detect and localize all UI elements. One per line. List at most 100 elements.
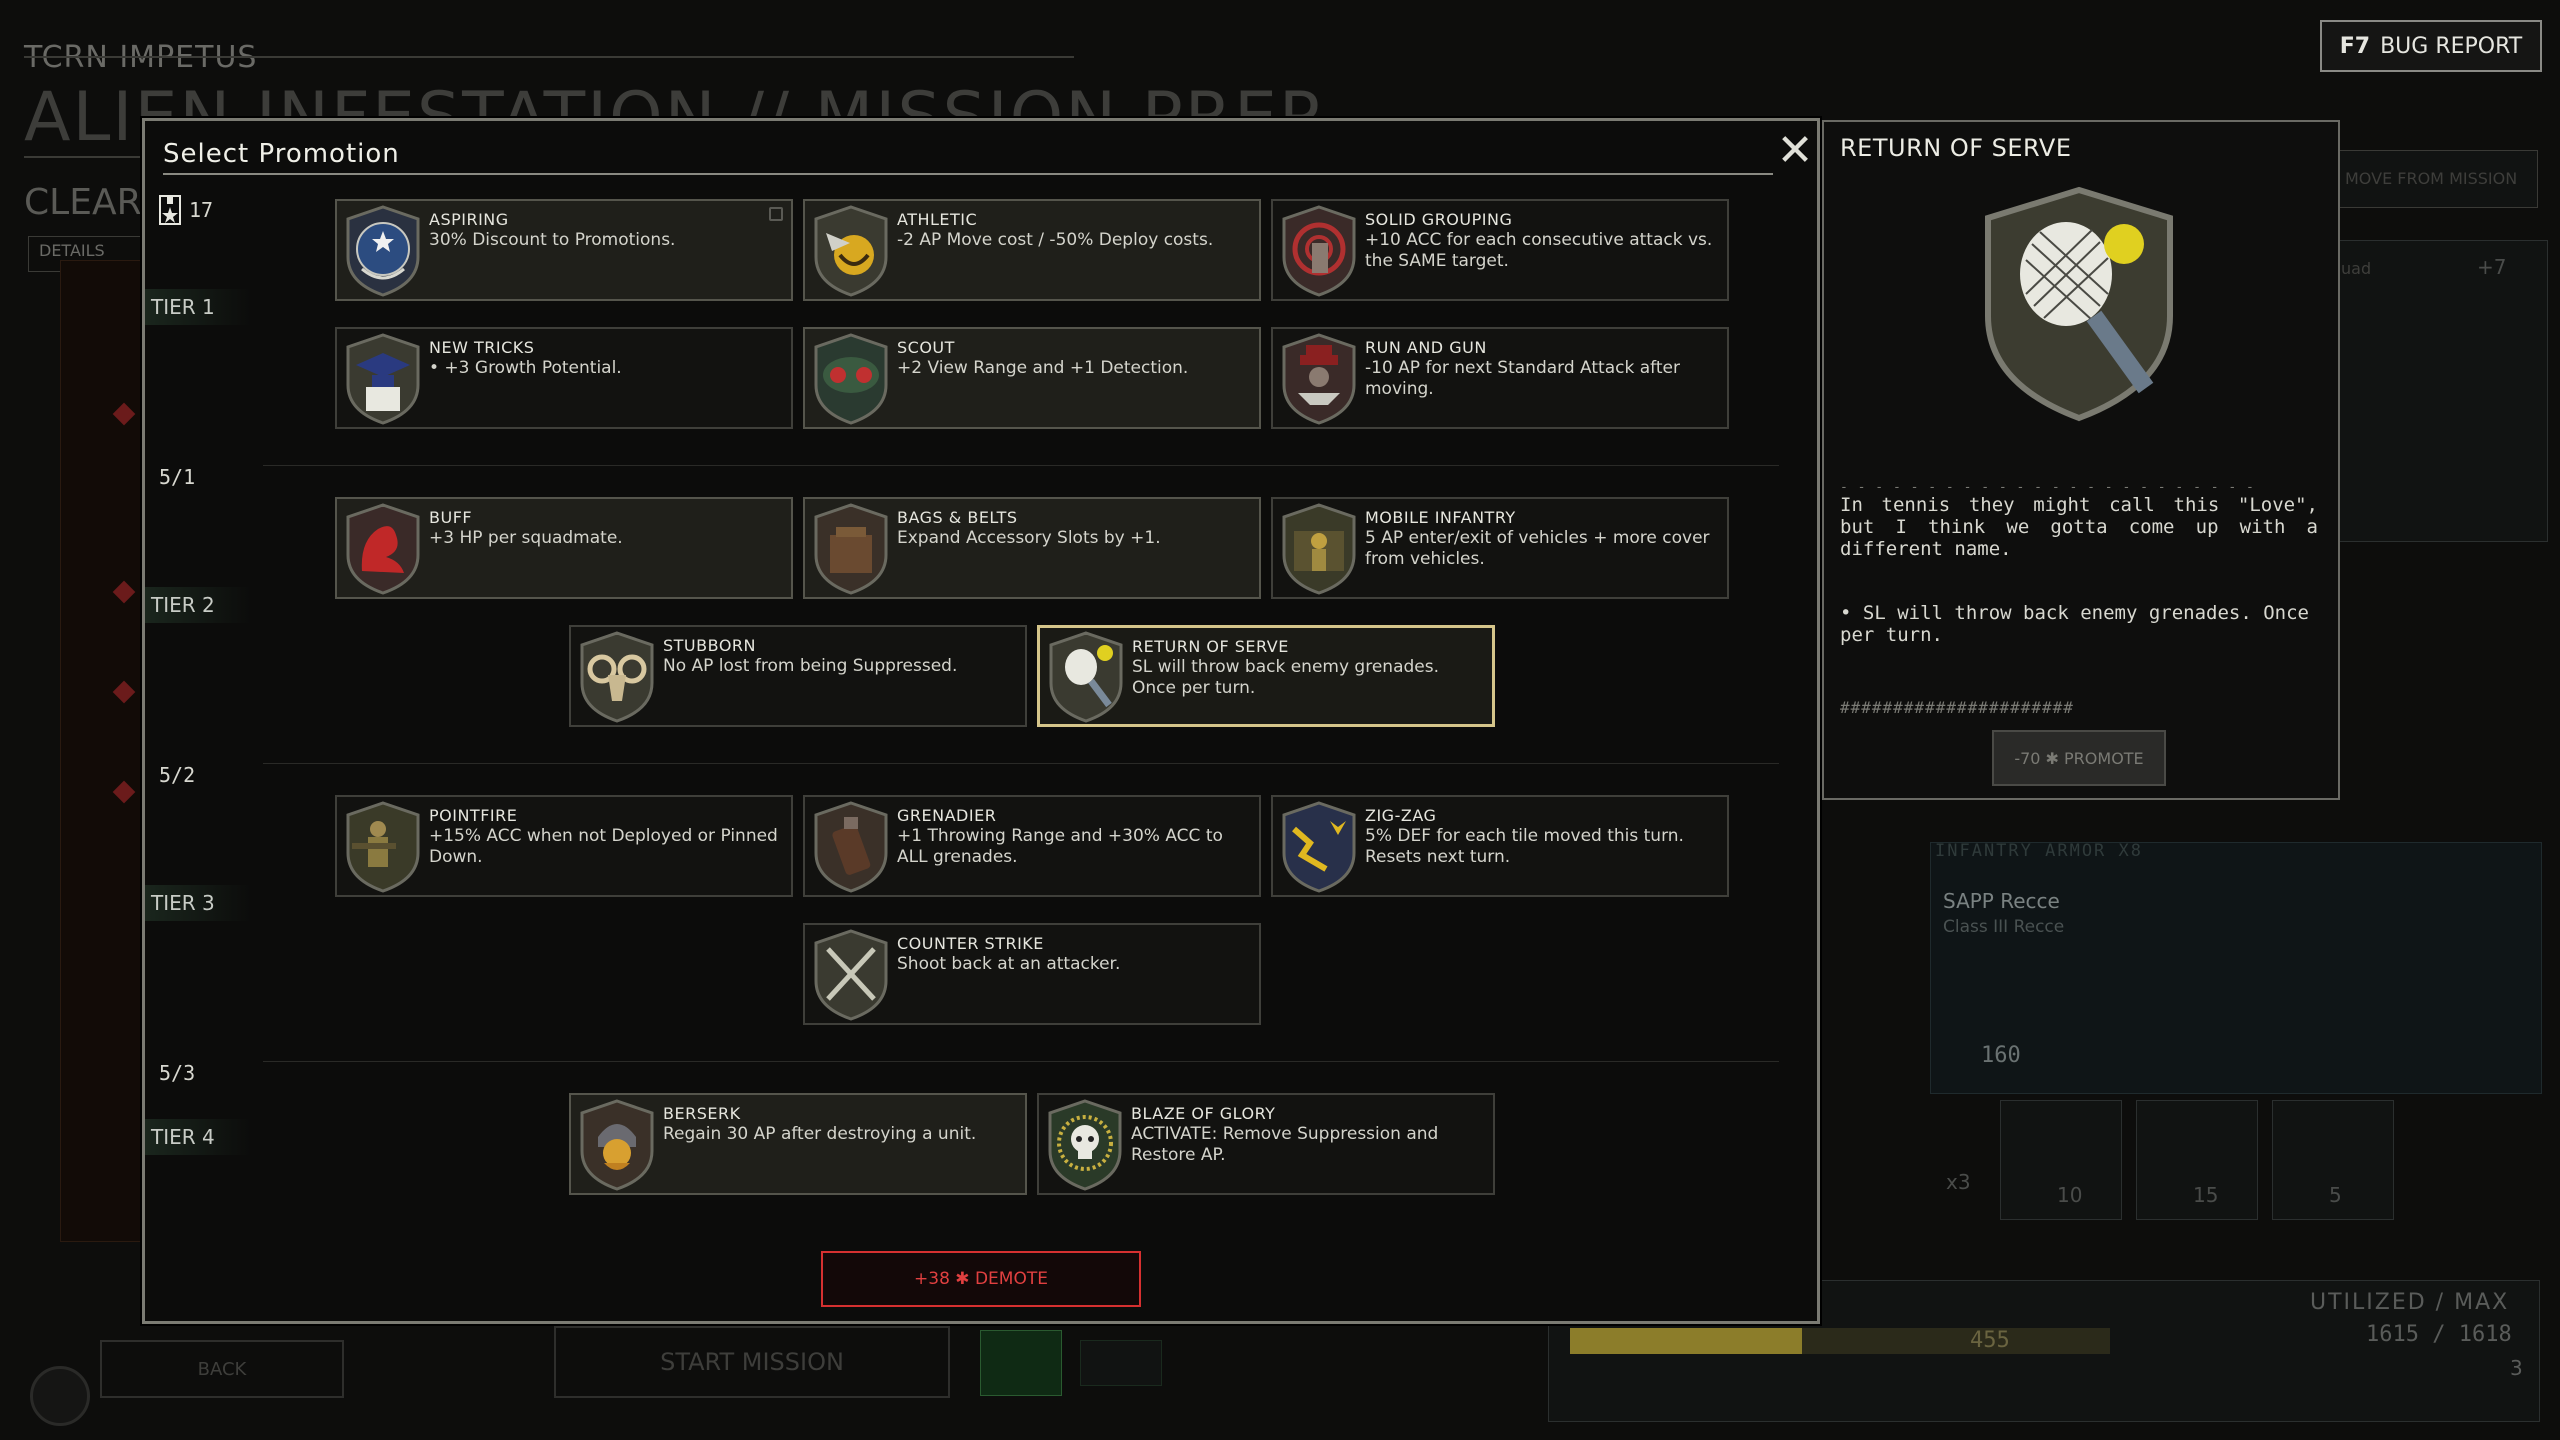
perk-card-buff[interactable]: BUFF +3 HP per squadmate. xyxy=(335,497,793,599)
tier-1-label: TIER 1 xyxy=(145,289,251,325)
tier-divider xyxy=(263,1061,1779,1062)
perk-name: BAGS & BELTS xyxy=(897,508,1018,527)
tennis-racket-icon xyxy=(1040,628,1132,724)
perk-card-solid-grouping[interactable]: SOLID GROUPING +10 ACC for each consecuti… xyxy=(1271,199,1729,301)
rank-5-2-label: 5/2 xyxy=(159,763,196,787)
clear-label: CLEAR xyxy=(24,182,142,223)
promote-button[interactable]: -70 ✱ PROMOTE xyxy=(1992,730,2166,786)
start-mission-button[interactable]: START MISSION xyxy=(554,1326,950,1398)
tier-3-label: TIER 3 xyxy=(145,885,251,921)
tier-2-label: TIER 2 xyxy=(145,587,251,623)
perk-desc: -2 AP Move cost / -50% Deploy costs. xyxy=(897,230,1214,250)
perk-name: NEW TRICKS xyxy=(429,338,535,357)
solid-grouping-icon xyxy=(1273,201,1365,299)
perk-desc: +10 ACC for each consecutive attack vs. … xyxy=(1365,230,1713,271)
lock-icon xyxy=(769,207,783,221)
perk-desc: Expand Accessory Slots by +1. xyxy=(897,528,1161,548)
demote-button[interactable]: +38 ✱ DEMOTE xyxy=(821,1251,1141,1307)
athletic-icon xyxy=(805,201,897,299)
perk-desc: +1 Throwing Range and +30% ACC to ALL gr… xyxy=(897,826,1223,867)
close-icon[interactable]: ✕ xyxy=(1775,129,1815,173)
perk-name: SCOUT xyxy=(897,338,955,357)
perk-name: GRENADIER xyxy=(897,806,997,825)
round-menu-icon[interactable] xyxy=(30,1366,90,1426)
perk-card-zig-zag[interactable]: ZIG-ZAG 5% DEF for each tile moved this t… xyxy=(1271,795,1729,897)
perk-card-athletic[interactable]: ATHLETIC -2 AP Move cost / -50% Deploy co… xyxy=(803,199,1261,301)
perk-desc: +2 View Range and +1 Detection. xyxy=(897,358,1189,378)
pointfire-icon xyxy=(337,797,429,895)
grenadier-icon xyxy=(805,797,897,895)
title-underline xyxy=(163,173,1773,175)
perk-card-grenadier[interactable]: GRENADIER +1 Throwing Range and +30% ACC … xyxy=(803,795,1261,897)
berserk-icon xyxy=(571,1095,663,1193)
perk-name: BERSERK xyxy=(663,1104,741,1123)
item-slot[interactable]: 15 xyxy=(2136,1100,2258,1220)
armor-panel: INFANTRY ARMOR X8 SAPP Recce Class III R… xyxy=(1930,841,2542,1094)
left-roster-strip xyxy=(60,260,142,1242)
perk-name: COUNTER STRIKE xyxy=(897,934,1044,953)
extra-value: 3 xyxy=(2510,1356,2523,1380)
tier-4-label: TIER 4 xyxy=(145,1119,251,1155)
perk-name: RETURN OF SERVE xyxy=(1132,637,1289,656)
detail-divider: - - - - - - - - - - - - - - - - - - - - … xyxy=(1840,480,2255,495)
header-divider xyxy=(24,56,1074,58)
utilization-bar: 455 xyxy=(1570,1328,2110,1354)
perk-desc: +3 HP per squadmate. xyxy=(429,528,623,548)
perk-card-mobile-infantry[interactable]: MOBILE INFANTRY 5 AP enter/exit of vehicl… xyxy=(1271,497,1729,599)
new-tricks-icon xyxy=(337,329,429,427)
perk-name: ASPIRING xyxy=(429,210,509,229)
flavor-text: In tennis they might call this "Love", b… xyxy=(1840,494,2318,560)
effect-text: • SL will throw back enemy grenades. Onc… xyxy=(1840,602,2309,646)
squad-panel: uad +7 xyxy=(2336,240,2548,542)
perk-card-stubborn[interactable]: STUBBORN No AP lost from being Suppressed… xyxy=(569,625,1027,727)
armor-cost: 160 xyxy=(1981,1043,2021,1068)
perk-name: POINTFIRE xyxy=(429,806,518,825)
utilized-label: UTILIZED / MAX xyxy=(2310,1290,2510,1315)
perk-name: STUBBORN xyxy=(663,636,756,655)
select-promotion-modal: Select Promotion ✕ 17 TIER 1 5/1 TIER 2 … xyxy=(142,118,1820,1324)
item-multiplier: x3 xyxy=(1946,1170,1971,1194)
perk-desc: Shoot back at an attacker. xyxy=(897,954,1121,974)
armor-class: Class III Recce xyxy=(1943,917,2065,937)
perk-card-run-and-gun[interactable]: RUN AND GUN -10 AP for next Standard Atta… xyxy=(1271,327,1729,429)
tennis-racket-icon xyxy=(1985,186,2173,422)
perk-card-bags-belts[interactable]: BAGS & BELTS Expand Accessory Slots by +1… xyxy=(803,497,1261,599)
bug-report-button[interactable]: F7 BUG REPORT xyxy=(2320,20,2542,72)
perk-card-return-of-serve[interactable]: RETURN OF SERVE SL will throw back enemy … xyxy=(1037,625,1495,727)
perk-card-aspiring[interactable]: ASPIRING 30% Discount to Promotions. xyxy=(335,199,793,301)
rank-5-3-label: 5/3 xyxy=(159,1061,196,1085)
perk-card-blaze-of-glory[interactable]: BLAZE OF GLORY ACTIVATE: Remove Suppressi… xyxy=(1037,1093,1495,1195)
perk-name: MOBILE INFANTRY xyxy=(1365,508,1516,527)
run-and-gun-icon xyxy=(1273,329,1365,427)
perk-detail-panel: RETURN OF SERVE - - - - - - - - - - - - … xyxy=(1822,120,2340,800)
perk-desc: 5% DEF for each tile moved this turn. Re… xyxy=(1365,826,1684,867)
medal-count: 17 xyxy=(189,198,214,222)
perk-desc: ACTIVATE: Remove Suppression and Restore… xyxy=(1131,1124,1439,1165)
perk-desc: SL will throw back enemy grenades. Once … xyxy=(1132,657,1439,698)
aspiring-icon xyxy=(337,201,429,299)
medal-icon xyxy=(159,195,181,225)
bags-belts-icon xyxy=(805,499,897,597)
perk-desc: -10 AP for next Standard Attack after mo… xyxy=(1365,358,1680,399)
remove-from-mission-button[interactable]: MOVE FROM MISSION xyxy=(2336,150,2538,208)
buff-icon xyxy=(337,499,429,597)
hash-divider: ###################### xyxy=(1840,698,2074,717)
armor-header: INFANTRY ARMOR X8 xyxy=(1935,841,2143,861)
perk-card-pointfire[interactable]: POINTFIRE +15% ACC when not Deployed or P… xyxy=(335,795,793,897)
loadout-icon[interactable] xyxy=(980,1330,1062,1396)
perk-name: BUFF xyxy=(429,508,473,527)
perk-card-scout[interactable]: SCOUT +2 View Range and +1 Detection. xyxy=(803,327,1261,429)
title-divider xyxy=(24,156,154,158)
detail-title: RETURN OF SERVE xyxy=(1840,134,2072,162)
perk-card-counter-strike[interactable]: COUNTER STRIKE Shoot back at an attacker. xyxy=(803,923,1261,1025)
perk-card-new-tricks[interactable]: NEW TRICKS • +3 Growth Potential. xyxy=(335,327,793,429)
armor-name: SAPP Recce xyxy=(1943,889,2060,913)
item-slot[interactable]: 10 xyxy=(2000,1100,2122,1220)
squad-count: +7 xyxy=(2477,255,2507,279)
back-button[interactable]: BACK xyxy=(100,1340,344,1398)
perk-name: BLAZE OF GLORY xyxy=(1131,1104,1276,1123)
modal-title: Select Promotion xyxy=(163,139,400,169)
item-slot[interactable]: 5 xyxy=(2272,1100,2394,1220)
formation-icon[interactable] xyxy=(1080,1340,1162,1386)
perk-card-berserk[interactable]: BERSERK Regain 30 AP after destroying a u… xyxy=(569,1093,1027,1195)
